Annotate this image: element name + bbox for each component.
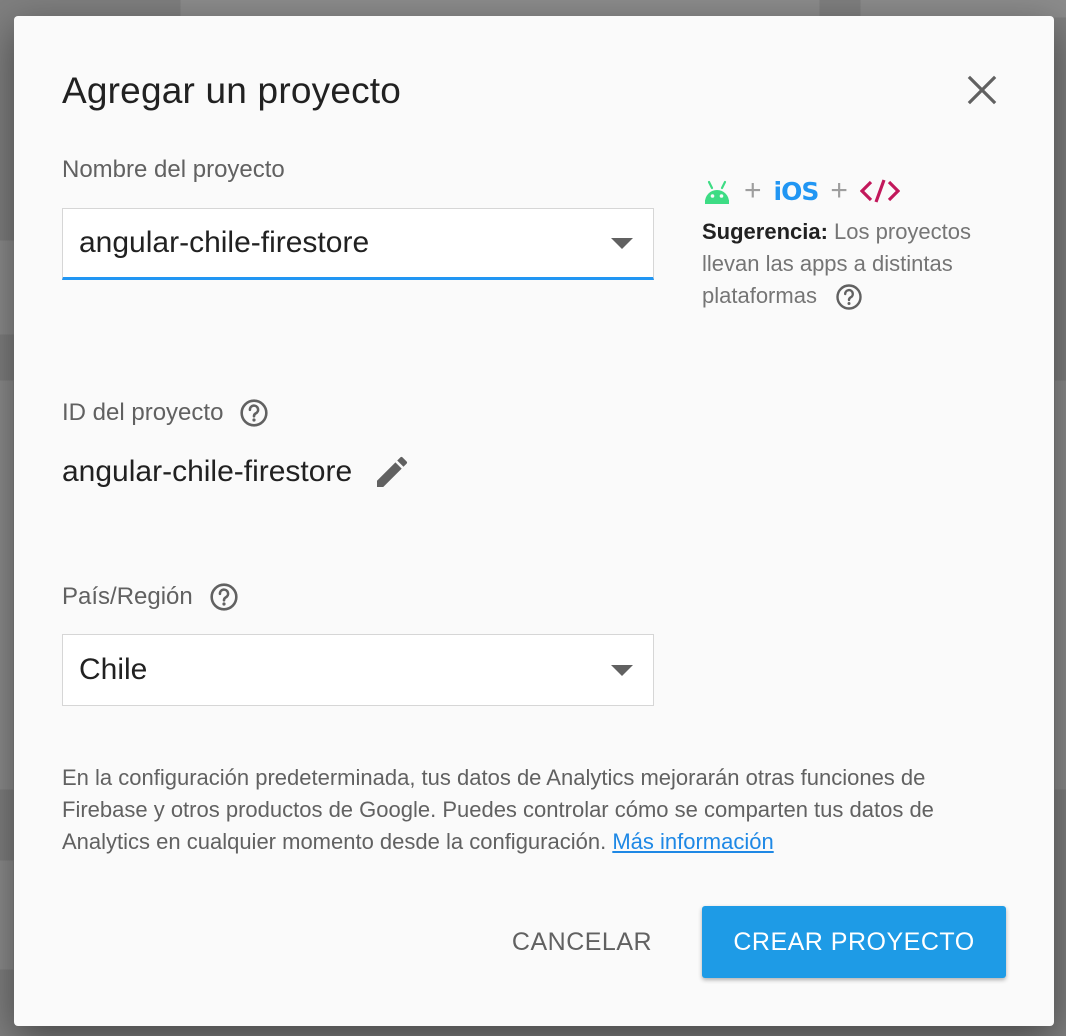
region-dropdown[interactable]: Chile	[62, 634, 654, 706]
platforms-row: + iOS +	[702, 176, 900, 206]
region-label-text: País/Región	[62, 583, 193, 610]
dialog-title: Agregar un proyecto	[62, 70, 402, 111]
more-info-link[interactable]: Más información	[612, 829, 773, 854]
region-value: Chile	[79, 653, 148, 686]
tip-bold: Sugerencia:	[702, 219, 828, 244]
help-icon[interactable]	[209, 582, 239, 612]
tip-text: Sugerencia: Los proyectos llevan las app…	[702, 216, 1002, 312]
plus-sign: +	[744, 174, 762, 207]
create-project-button[interactable]: CREAR PROYECTO	[702, 906, 1006, 978]
dropdown-arrow-icon	[611, 664, 633, 676]
project-name-dropdown[interactable]: angular-chile-firestore	[62, 208, 654, 280]
help-icon[interactable]	[835, 283, 863, 311]
project-name-value: angular-chile-firestore	[79, 226, 370, 259]
dropdown-arrow-icon	[611, 237, 633, 249]
edit-button[interactable]	[372, 452, 412, 492]
web-code-icon	[859, 179, 900, 203]
ios-icon: iOS	[773, 176, 820, 206]
project-id-label: ID del proyecto	[62, 398, 269, 428]
cancel-button[interactable]: CANCELAR	[492, 906, 672, 978]
background-card	[0, 860, 14, 970]
pencil-icon	[377, 456, 408, 487]
close-icon	[967, 75, 997, 105]
project-name-label: Nombre del proyecto	[62, 156, 285, 184]
analytics-text: En la configuración predeterminada, tus …	[62, 765, 934, 854]
help-icon[interactable]	[239, 398, 269, 428]
project-name-label-text: Nombre del proyecto	[62, 156, 285, 183]
analytics-notice: En la configuración predeterminada, tus …	[62, 762, 1012, 858]
project-id-label-text: ID del proyecto	[62, 399, 224, 426]
region-label: País/Región	[62, 582, 239, 612]
android-icon	[705, 180, 729, 204]
background-card	[0, 380, 14, 790]
add-project-dialog: Agregar un proyecto Nombre del proyecto …	[14, 16, 1054, 1026]
project-id-row: angular-chile-firestore	[62, 452, 412, 492]
background-card	[1054, 380, 1066, 790]
close-button[interactable]	[962, 70, 1002, 110]
plus-sign: +	[830, 174, 848, 207]
project-id-value: angular-chile-firestore	[62, 455, 353, 488]
